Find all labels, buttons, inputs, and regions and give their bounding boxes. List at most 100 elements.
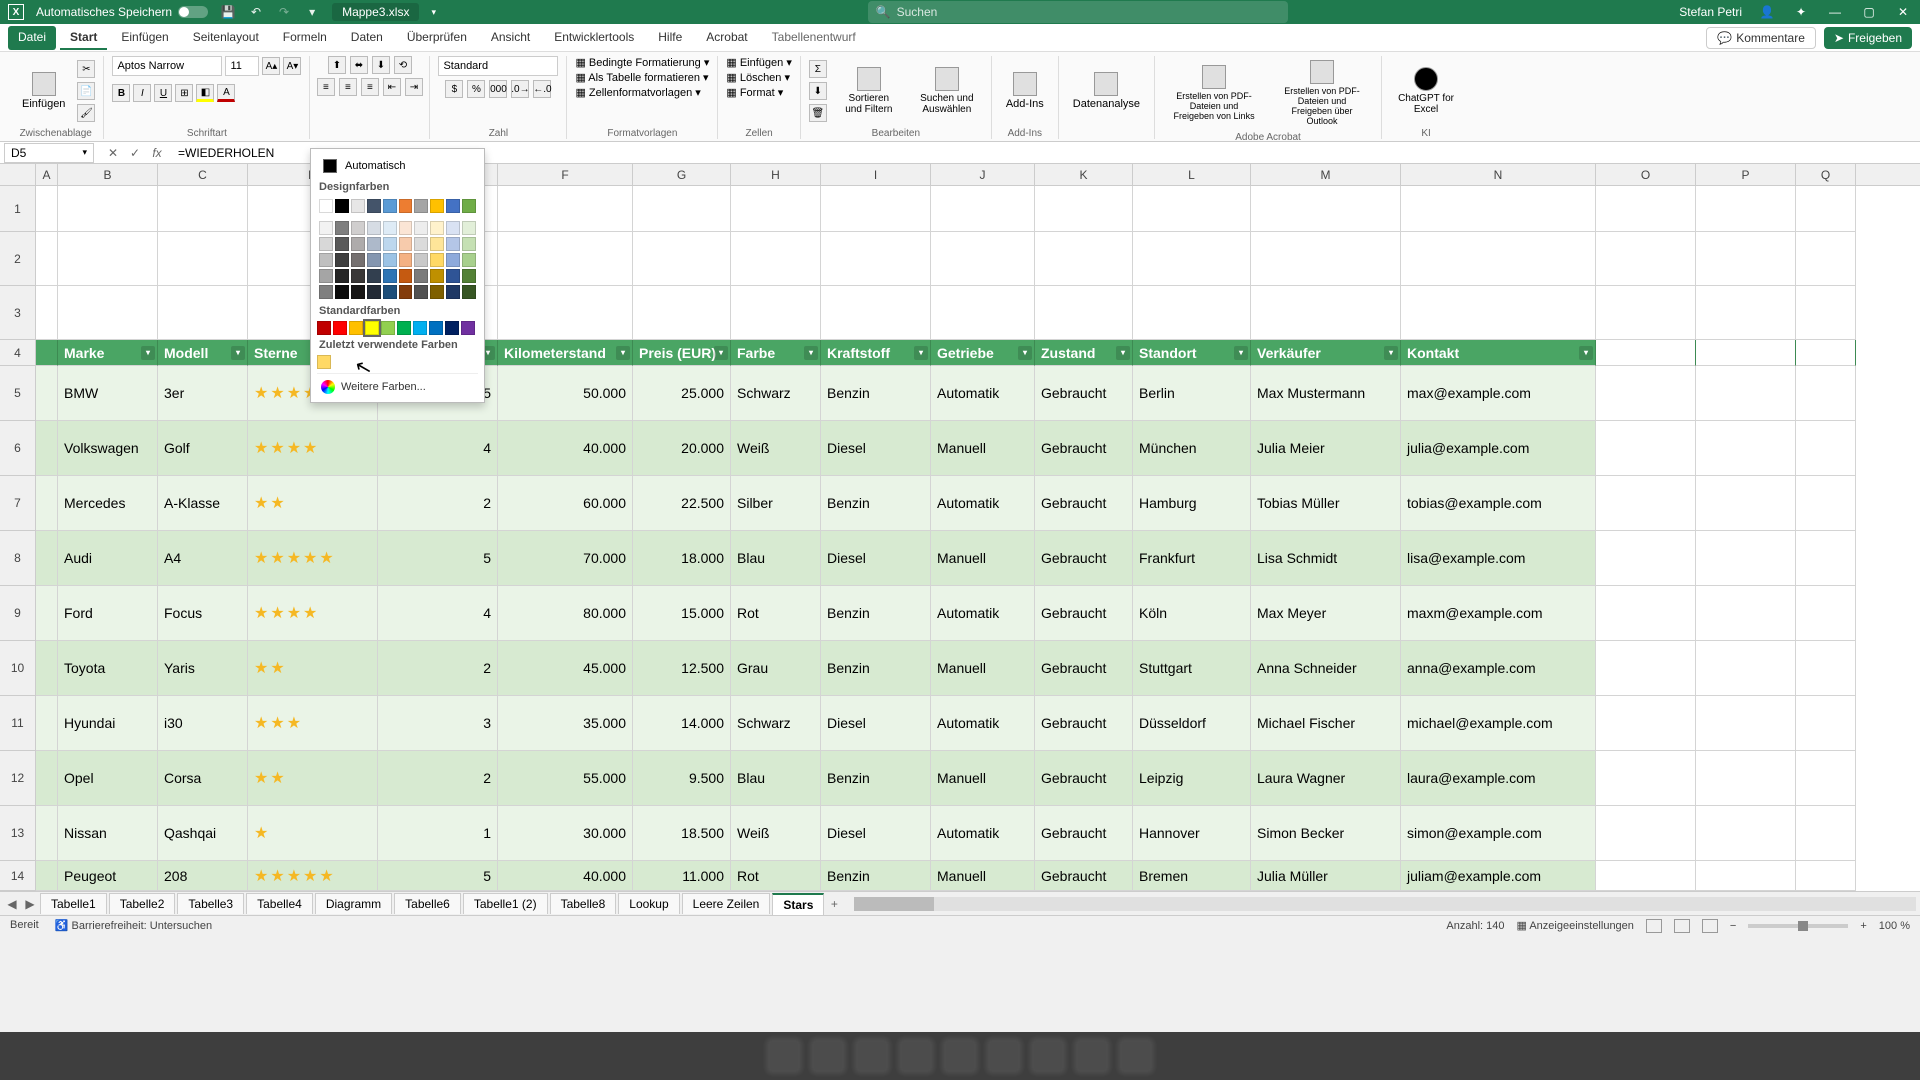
color-swatch[interactable] — [446, 199, 460, 213]
border-button[interactable]: ⊞ — [175, 84, 193, 102]
cell[interactable] — [1696, 421, 1796, 476]
col-header-N[interactable]: N — [1401, 164, 1596, 185]
conditional-format-button[interactable]: ▦ Bedingte Formatierung ▾ — [575, 56, 709, 69]
cell[interactable] — [36, 232, 58, 286]
close-icon[interactable]: ✕ — [1894, 3, 1912, 21]
accept-formula-icon[interactable]: ✓ — [126, 144, 144, 162]
align-middle-icon[interactable]: ⬌ — [350, 56, 368, 74]
filename[interactable]: Mappe3.xlsx — [332, 3, 419, 21]
cell[interactable] — [36, 421, 58, 476]
cell[interactable] — [1133, 286, 1251, 340]
filter-icon[interactable]: ▾ — [231, 346, 245, 360]
color-swatch[interactable] — [383, 237, 397, 251]
cut-icon[interactable]: ✂ — [77, 60, 95, 78]
cell[interactable]: 70.000 — [498, 531, 633, 586]
tab-formeln[interactable]: Formeln — [273, 26, 337, 50]
minimize-icon[interactable]: — — [1826, 3, 1844, 21]
format-cells-button[interactable]: ▦ Format ▾ — [726, 86, 783, 99]
row-header[interactable]: 14 — [0, 861, 36, 891]
color-swatch[interactable] — [319, 199, 333, 213]
color-swatch[interactable] — [351, 285, 365, 299]
cell[interactable]: 3er — [158, 366, 248, 421]
cell[interactable]: Schwarz — [731, 366, 821, 421]
cell[interactable]: Gebraucht — [1035, 641, 1133, 696]
cell[interactable] — [931, 232, 1035, 286]
tab-ansicht[interactable]: Ansicht — [481, 26, 540, 50]
tab-tabellenentwurf[interactable]: Tabellenentwurf — [762, 26, 866, 50]
fill-color-button[interactable]: ◧ — [196, 84, 214, 102]
cell[interactable]: Leipzig — [1133, 751, 1251, 806]
cell[interactable] — [821, 286, 931, 340]
delete-cells-button[interactable]: ▦ Löschen ▾ — [726, 71, 790, 84]
cell[interactable]: Frankfurt — [1133, 531, 1251, 586]
cell[interactable]: 45.000 — [498, 641, 633, 696]
cell[interactable]: Automatik — [931, 476, 1035, 531]
cell[interactable] — [498, 186, 633, 232]
cell[interactable] — [36, 366, 58, 421]
cell[interactable] — [821, 186, 931, 232]
cell[interactable] — [1696, 186, 1796, 232]
more-colors-option[interactable]: Weitere Farben... — [317, 373, 478, 396]
datenanalyse-button[interactable]: Datenanalyse — [1067, 68, 1146, 114]
paste-button[interactable]: Einfügen — [16, 68, 71, 114]
percent-icon[interactable]: % — [467, 80, 485, 98]
cell[interactable]: Toyota — [58, 641, 158, 696]
sheet-tab[interactable]: Tabelle3 — [177, 893, 244, 914]
cell[interactable] — [58, 186, 158, 232]
cell[interactable]: Qashqai — [158, 806, 248, 861]
color-swatch[interactable] — [446, 237, 460, 251]
clear-icon[interactable]: 🗑 — [809, 104, 827, 122]
cell[interactable]: Benzin — [821, 751, 931, 806]
search-input[interactable]: 🔍 Suchen — [868, 1, 1288, 23]
taskbar-icon[interactable] — [854, 1038, 890, 1074]
cell[interactable]: Manuell — [931, 751, 1035, 806]
zoom-slider[interactable] — [1748, 924, 1848, 928]
cell[interactable] — [1696, 340, 1796, 366]
color-swatch[interactable] — [351, 221, 365, 235]
cell[interactable]: 60.000 — [498, 476, 633, 531]
color-swatch[interactable] — [430, 285, 444, 299]
cell[interactable] — [58, 286, 158, 340]
row-header[interactable]: 3 — [0, 286, 36, 340]
cell[interactable]: Gebraucht — [1035, 806, 1133, 861]
col-header-M[interactable]: M — [1251, 164, 1401, 185]
col-header-G[interactable]: G — [633, 164, 731, 185]
col-header-K[interactable]: K — [1035, 164, 1133, 185]
color-swatch[interactable] — [351, 199, 365, 213]
color-swatch[interactable] — [319, 237, 333, 251]
cell[interactable]: Mercedes — [58, 476, 158, 531]
horizontal-scrollbar[interactable] — [854, 897, 1916, 911]
cell[interactable] — [1696, 586, 1796, 641]
cell[interactable]: Diesel — [821, 806, 931, 861]
decimal-dec-icon[interactable]: ←.0 — [533, 80, 551, 98]
cell[interactable]: Max Meyer — [1251, 586, 1401, 641]
color-swatch[interactable] — [413, 321, 427, 335]
cell[interactable] — [1596, 340, 1696, 366]
cell[interactable]: Farbe▾ — [731, 340, 821, 366]
page-layout-view-icon[interactable] — [1674, 919, 1690, 933]
cell[interactable]: Opel — [58, 751, 158, 806]
cell[interactable]: Gebraucht — [1035, 751, 1133, 806]
share-button[interactable]: ➤Freigeben — [1824, 27, 1912, 49]
cell[interactable]: Tobias Müller — [1251, 476, 1401, 531]
tab-seitenlayout[interactable]: Seitenlayout — [183, 26, 269, 50]
cell[interactable]: 50.000 — [498, 366, 633, 421]
cell[interactable]: 55.000 — [498, 751, 633, 806]
cell[interactable]: Blau — [731, 531, 821, 586]
color-swatch[interactable] — [333, 321, 347, 335]
filename-dropdown-icon[interactable]: ▾ — [431, 7, 436, 18]
cell[interactable]: Yaris — [158, 641, 248, 696]
bold-button[interactable]: B — [112, 84, 130, 102]
color-swatch[interactable] — [399, 199, 413, 213]
cell[interactable]: Ford — [58, 586, 158, 641]
row-header[interactable]: 6 — [0, 421, 36, 476]
color-swatch[interactable] — [381, 321, 395, 335]
row-header[interactable]: 2 — [0, 232, 36, 286]
cell[interactable] — [58, 232, 158, 286]
cell[interactable]: juliam@example.com — [1401, 861, 1596, 891]
cell[interactable]: A-Klasse — [158, 476, 248, 531]
cell[interactable]: Lisa Schmidt — [1251, 531, 1401, 586]
cell[interactable]: Diesel — [821, 696, 931, 751]
font-name-select[interactable] — [112, 56, 222, 76]
select-all-corner[interactable] — [0, 164, 36, 185]
